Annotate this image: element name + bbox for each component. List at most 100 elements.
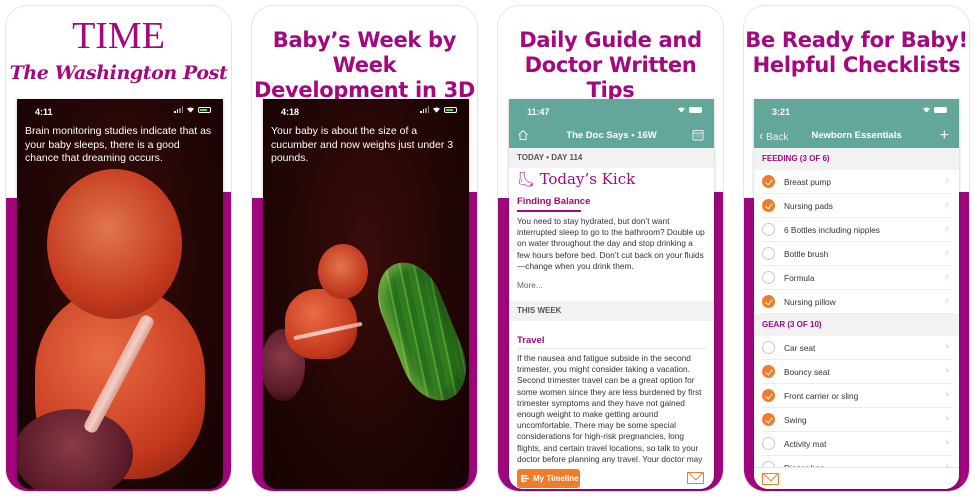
wifi-icon — [678, 107, 685, 113]
my-timeline-label: My Timeline — [533, 474, 579, 483]
checklist-item[interactable]: Bouncy seat › — [754, 360, 959, 384]
panel-headline: Baby’s Week by Week Development in 3D — [252, 28, 477, 103]
washington-post-logo: The Washington Post — [9, 62, 228, 84]
status-clock: 4:18 — [281, 107, 300, 117]
checklist-item-label: Car seat — [784, 343, 816, 353]
checklist-item[interactable]: Swing › — [754, 408, 959, 432]
checklist-item[interactable]: Nursing pads › — [754, 194, 959, 218]
status-bar: 11:47 — [509, 99, 714, 123]
chevron-right-icon: › — [945, 175, 949, 186]
checklist-item-label: 6 Bottles including nipples — [784, 225, 880, 235]
unchecked-circle-icon[interactable] — [762, 223, 775, 236]
chevron-right-icon: › — [945, 295, 949, 306]
status-clock: 3:21 — [772, 107, 791, 117]
checklist-item-label: Formula — [784, 273, 815, 283]
travel-text: If the nausea and fatigue subside in the… — [517, 353, 704, 467]
nav-bar: ‹ Back Newborn Essentials + — [754, 123, 959, 148]
checklist-item-label: Nursing pads — [784, 201, 833, 211]
this-week-label: THIS WEEK — [509, 301, 714, 321]
checklist-item[interactable]: Bottle brush › — [754, 242, 959, 266]
checklist-item[interactable]: Breast pump › — [754, 170, 959, 194]
add-button[interactable]: + — [940, 123, 949, 148]
calendar-icon[interactable] — [692, 129, 704, 141]
footprint-icon: 🦶︎ — [517, 172, 535, 188]
headline-line-2: Doctor Written Tips — [524, 53, 697, 102]
headline-line-1: Baby’s Week by Week — [272, 28, 457, 77]
phone-screen: 11:47 The Doc Says • 16W TODAY • DAY 114 — [509, 99, 714, 489]
signal-icon — [174, 106, 183, 113]
checked-circle-icon[interactable] — [762, 295, 775, 308]
checked-circle-icon[interactable] — [762, 365, 775, 378]
checked-circle-icon[interactable] — [762, 413, 775, 426]
mail-icon[interactable] — [762, 473, 779, 485]
status-bar: 4:18 — [263, 99, 469, 123]
status-bar: 4:11 — [17, 99, 223, 123]
status-clock: 4:11 — [35, 107, 53, 117]
finding-balance-title: Finding Balance — [517, 196, 591, 207]
status-bar: 3:21 — [754, 99, 959, 123]
kick-title-text: Today’s Kick — [539, 170, 636, 188]
unchecked-circle-icon[interactable] — [762, 271, 775, 284]
unchecked-circle-icon[interactable] — [762, 341, 775, 354]
battery-icon — [934, 106, 947, 113]
wifi-icon — [923, 107, 930, 113]
back-button[interactable]: ‹ Back — [759, 123, 788, 150]
fetus-head-image — [47, 169, 182, 319]
panel-headline: Be Ready for Baby! Helpful Checklists — [744, 28, 969, 78]
cucumber-image — [366, 252, 469, 411]
unchecked-circle-icon[interactable] — [762, 247, 775, 260]
bottom-bar — [754, 467, 959, 489]
panel-checklists: Be Ready for Baby! Helpful Checklists 3:… — [743, 5, 970, 492]
fact-caption: Your baby is about the size of a cucumbe… — [271, 125, 454, 164]
panel-3d-development: Baby’s Week by Week Development in 3D 4:… — [251, 5, 478, 492]
headline-line-1: Daily Guide and — [519, 28, 702, 52]
timeline-icon — [521, 474, 530, 483]
divider — [517, 348, 706, 349]
checklist-item-label: Swing — [784, 415, 807, 425]
nav-title: The Doc Says • 16W — [566, 130, 657, 141]
battery-icon — [689, 106, 702, 113]
chevron-right-icon: › — [945, 413, 949, 424]
time-logo: TIME — [72, 15, 165, 57]
checklist-item[interactable]: Nursing pillow › — [754, 290, 959, 314]
nav-bar: The Doc Says • 16W — [509, 123, 714, 148]
chevron-left-icon: ‹ — [759, 128, 764, 143]
checklist-item[interactable]: 6 Bottles including nipples › — [754, 218, 959, 242]
chevron-right-icon: › — [945, 389, 949, 400]
checklist-item-label: Front carrier or sling — [784, 391, 859, 401]
phone-screen: 4:18 Your baby is about the size of a cu… — [263, 99, 469, 489]
battery-icon — [444, 106, 457, 113]
chevron-right-icon: › — [945, 247, 949, 258]
more-link[interactable]: More... — [517, 280, 543, 290]
header: 11:47 The Doc Says • 16W — [509, 99, 714, 148]
checked-circle-icon[interactable] — [762, 175, 775, 188]
back-label: Back — [766, 132, 789, 143]
checklist-item[interactable]: Front carrier or sling › — [754, 384, 959, 408]
battery-icon — [198, 106, 211, 113]
checklist-item[interactable]: Formula › — [754, 266, 959, 290]
nav-title: Newborn Essentials — [811, 130, 902, 141]
travel-title: Travel — [517, 335, 545, 346]
headline-line-2: Helpful Checklists — [752, 53, 961, 77]
checklist-item-label: Activity mat — [784, 439, 827, 449]
home-icon[interactable] — [517, 129, 529, 141]
mail-icon[interactable] — [687, 472, 704, 484]
checklist-item[interactable]: Activity mat › — [754, 432, 959, 456]
my-timeline-button[interactable]: My Timeline — [517, 469, 580, 488]
checked-circle-icon[interactable] — [762, 199, 775, 212]
checklist-item[interactable]: Car seat › — [754, 336, 959, 360]
phone-screen: 3:21 ‹ Back Newborn Essentials + FEEDING… — [754, 99, 959, 489]
panel-press-logos: TIME The Washington Post 4:11 Brain moni… — [5, 5, 232, 492]
checklist-item-label: Bouncy seat — [784, 367, 830, 377]
phone-screen: 4:11 Brain monitoring studies indicate t… — [17, 99, 223, 489]
unchecked-circle-icon[interactable] — [762, 437, 775, 450]
chevron-right-icon: › — [945, 271, 949, 282]
section-header: FEEDING (3 OF 6) — [754, 148, 959, 170]
checklist-item-label: Breast pump — [784, 177, 832, 187]
today-label: TODAY • DAY 114 — [509, 148, 714, 168]
checklist-item-label: Nursing pillow — [784, 297, 836, 307]
wifi-icon — [187, 107, 194, 113]
checked-circle-icon[interactable] — [762, 389, 775, 402]
signal-icon — [420, 106, 429, 113]
status-clock: 11:47 — [527, 107, 550, 117]
